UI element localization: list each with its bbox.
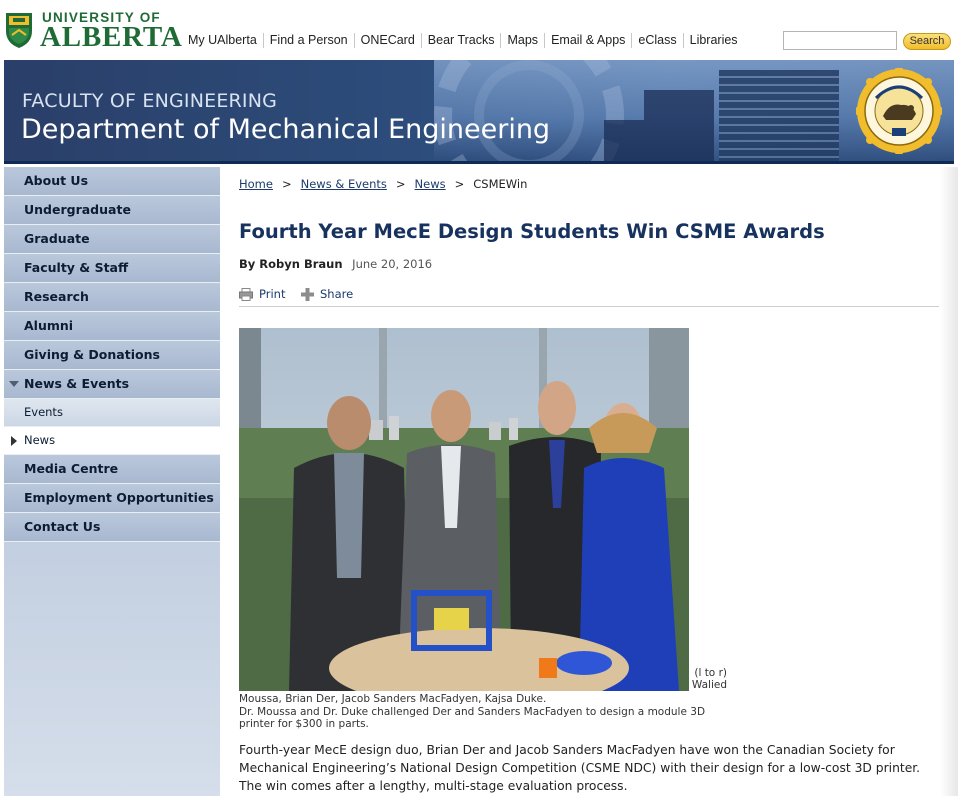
sidebar-item-label: About Us xyxy=(24,173,89,188)
building-graphic xyxy=(719,70,839,161)
topnav-email-apps[interactable]: Email & Apps xyxy=(544,33,631,48)
sidebar-item-label: Giving & Donations xyxy=(24,347,160,362)
sidebar-item-label: Faculty & Staff xyxy=(24,260,129,275)
print-icon xyxy=(239,287,253,301)
sidebar-item-label: Undergraduate xyxy=(24,202,131,217)
sidebar-item-media-centre[interactable]: Media Centre xyxy=(4,455,220,484)
building-graphic xyxy=(644,90,714,161)
sidebar-subitem-news[interactable]: News xyxy=(4,427,220,455)
expanded-arrow-icon xyxy=(9,381,19,387)
logo-line2: ALBERTA xyxy=(40,21,183,53)
sidebar-item-alumni[interactable]: Alumni xyxy=(4,312,220,341)
sidebar: About Us Undergraduate Graduate Faculty … xyxy=(4,167,220,796)
search-input[interactable] xyxy=(783,31,897,50)
sidebar-item-employment-opportunities[interactable]: Employment Opportunities xyxy=(4,484,220,513)
breadcrumb-current: CSMEWin xyxy=(473,177,528,191)
department-name[interactable]: Department of Mechanical Engineering xyxy=(21,114,550,145)
topnav-maps[interactable]: Maps xyxy=(500,33,544,48)
main-content: Home > News & Events > News > CSMEWin Fourth Y… xyxy=(239,167,939,796)
sidebar-item-contact-us[interactable]: Contact Us xyxy=(4,513,220,542)
sidebar-item-about-us[interactable]: About Us xyxy=(4,167,220,196)
photo-caption: Moussa, Brian Der, Jacob Sanders MacFady… xyxy=(239,693,739,731)
print-button[interactable]: Print xyxy=(239,287,285,301)
topnav-eclass[interactable]: eClass xyxy=(631,33,682,48)
sidebar-item-label: Alumni xyxy=(24,318,74,333)
gear-graphic-inner xyxy=(474,60,584,161)
breadcrumb-news[interactable]: News xyxy=(415,177,446,191)
sidebar-item-label: Graduate xyxy=(24,231,90,246)
photo-illustration xyxy=(239,328,689,691)
sidebar-item-label: Media Centre xyxy=(24,461,119,476)
breadcrumb-news-events[interactable]: News & Events xyxy=(301,177,387,191)
breadcrumb: Home > News & Events > News > CSMEWin xyxy=(239,177,527,191)
print-label: Print xyxy=(259,287,286,301)
faculty-name: FACULTY OF ENGINEERING xyxy=(22,90,278,112)
caption-side-line2: Walied xyxy=(691,679,727,691)
sidebar-item-label: Contact Us xyxy=(24,519,101,534)
breadcrumb-separator: > xyxy=(281,177,292,191)
article-byline: By Robyn Braun June 20, 2016 xyxy=(239,257,432,271)
topnav-libraries[interactable]: Libraries xyxy=(682,33,744,48)
sidebar-item-faculty-staff[interactable]: Faculty & Staff xyxy=(4,254,220,283)
share-label: Share xyxy=(320,287,354,301)
sidebar-nav: About Us Undergraduate Graduate Faculty … xyxy=(4,167,220,542)
caption-line2: Dr. Moussa and Dr. Duke challenged Der a… xyxy=(239,705,706,731)
sidebar-subitem-events[interactable]: Events xyxy=(4,399,220,427)
article-date: June 20, 2016 xyxy=(352,257,433,271)
caption-line1: Moussa, Brian Der, Jacob Sanders MacFady… xyxy=(239,693,547,705)
sidebar-item-label: News xyxy=(24,433,56,447)
sidebar-item-news-events[interactable]: News & Events xyxy=(4,370,220,399)
sidebar-item-label: Research xyxy=(24,289,89,304)
current-page-arrow-icon xyxy=(11,436,17,446)
topnav-bear-tracks[interactable]: Bear Tracks xyxy=(420,33,501,48)
article-tools: Print Share xyxy=(239,284,939,307)
sidebar-item-graduate[interactable]: Graduate xyxy=(4,225,220,254)
article-author: By Robyn Braun xyxy=(239,257,343,271)
share-button[interactable]: Share xyxy=(301,287,353,301)
breadcrumb-separator: > xyxy=(454,177,465,191)
top-bar: UNIVERSITY OF ALBERTA My UAlberta Find a… xyxy=(0,0,958,60)
sidebar-item-research[interactable]: Research xyxy=(4,283,220,312)
seal-icon xyxy=(856,68,942,154)
article-photo[interactable] xyxy=(239,328,689,691)
photo-caption-side: (l to r) Walied xyxy=(689,667,727,691)
sidebar-item-undergraduate[interactable]: Undergraduate xyxy=(4,196,220,225)
topnav-my-ualberta[interactable]: My UAlberta xyxy=(182,33,263,48)
building-graphic xyxy=(604,120,644,161)
article-body: Fourth-year MecE design duo, Brian Der a… xyxy=(239,743,921,793)
sidebar-item-label: News & Events xyxy=(24,376,130,391)
department-banner: FACULTY OF ENGINEERING Department of Mec… xyxy=(4,60,954,164)
top-nav: My UAlberta Find a Person ONECard Bear T… xyxy=(182,33,744,48)
ualberta-logo[interactable]: UNIVERSITY OF ALBERTA xyxy=(4,9,182,53)
topnav-onecard[interactable]: ONECard xyxy=(353,33,421,48)
sidebar-item-label: Employment Opportunities xyxy=(24,490,214,505)
page-edge-shadow xyxy=(940,167,958,796)
breadcrumb-separator: > xyxy=(395,177,406,191)
breadcrumb-home[interactable]: Home xyxy=(239,177,273,191)
share-icon xyxy=(301,287,314,301)
caption-side-line1: (l to r) xyxy=(694,667,727,679)
sidebar-item-label: Events xyxy=(24,405,63,419)
shield-icon xyxy=(6,13,32,48)
article-title: Fourth Year MecE Design Students Win CSM… xyxy=(239,220,825,243)
topnav-find-a-person[interactable]: Find a Person xyxy=(262,33,354,48)
search-button[interactable]: Search xyxy=(903,33,951,50)
sidebar-item-giving-donations[interactable]: Giving & Donations xyxy=(4,341,220,370)
